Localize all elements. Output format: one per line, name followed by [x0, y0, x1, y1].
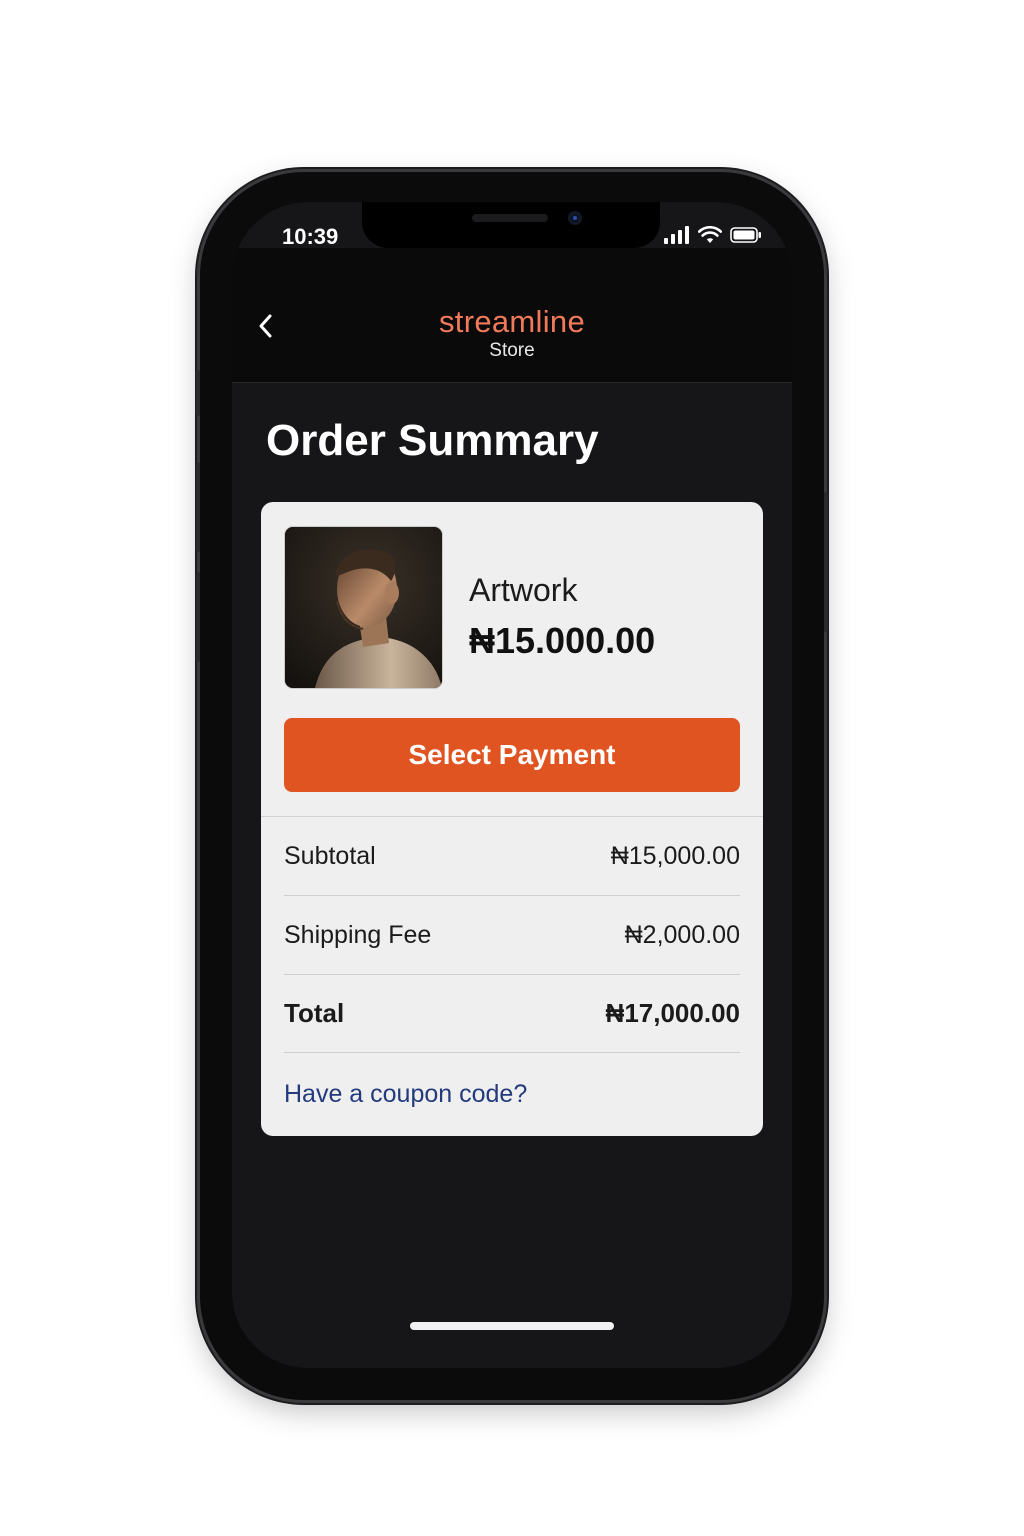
select-payment-button[interactable]: Select Payment [284, 718, 740, 792]
artwork-thumbnail [285, 527, 442, 688]
portrait-image [285, 527, 442, 688]
home-indicator[interactable] [410, 1322, 614, 1330]
battery-icon [730, 227, 761, 243]
item-price: ₦15.000.00 [469, 620, 656, 661]
coupon-link[interactable]: Have a coupon code? [284, 1080, 527, 1109]
item-name: Artwork [469, 572, 578, 608]
subtotal-row: Subtotal ₦15,000.00 [284, 817, 740, 896]
brand-subtitle: Store [489, 340, 535, 361]
total-value: ₦17,000.00 [605, 997, 740, 1028]
wifi-icon [698, 226, 722, 243]
power-button [824, 492, 828, 632]
brand-logo: streamline [439, 304, 585, 339]
notch [362, 202, 660, 248]
silent-switch [196, 370, 200, 416]
total-row: Total ₦17,000.00 [284, 974, 740, 1053]
volume-down-button [196, 572, 200, 662]
speaker [472, 214, 548, 222]
shipping-row: Shipping Fee ₦2,000.00 [284, 896, 740, 975]
page-title: Order Summary [266, 416, 599, 465]
app-header: streamline Store [232, 248, 792, 383]
shipping-value: ₦2,000.00 [624, 920, 740, 949]
order-card: Artwork ₦15.000.00 Select Payment Subtot… [261, 502, 763, 1136]
phone-frame: 10:39 streamline Store Order Summary Art… [196, 172, 828, 1400]
subtotal-value: ₦15,000.00 [610, 841, 740, 870]
subtotal-label: Subtotal [284, 841, 376, 870]
total-label: Total [284, 997, 345, 1028]
status-icons [664, 226, 762, 244]
status-time: 10:39 [282, 224, 339, 249]
signal-icon [664, 226, 689, 244]
shipping-label: Shipping Fee [284, 920, 432, 949]
volume-up-button [196, 462, 200, 552]
front-camera [568, 211, 582, 225]
screen: 10:39 streamline Store Order Summary Art… [232, 202, 792, 1368]
